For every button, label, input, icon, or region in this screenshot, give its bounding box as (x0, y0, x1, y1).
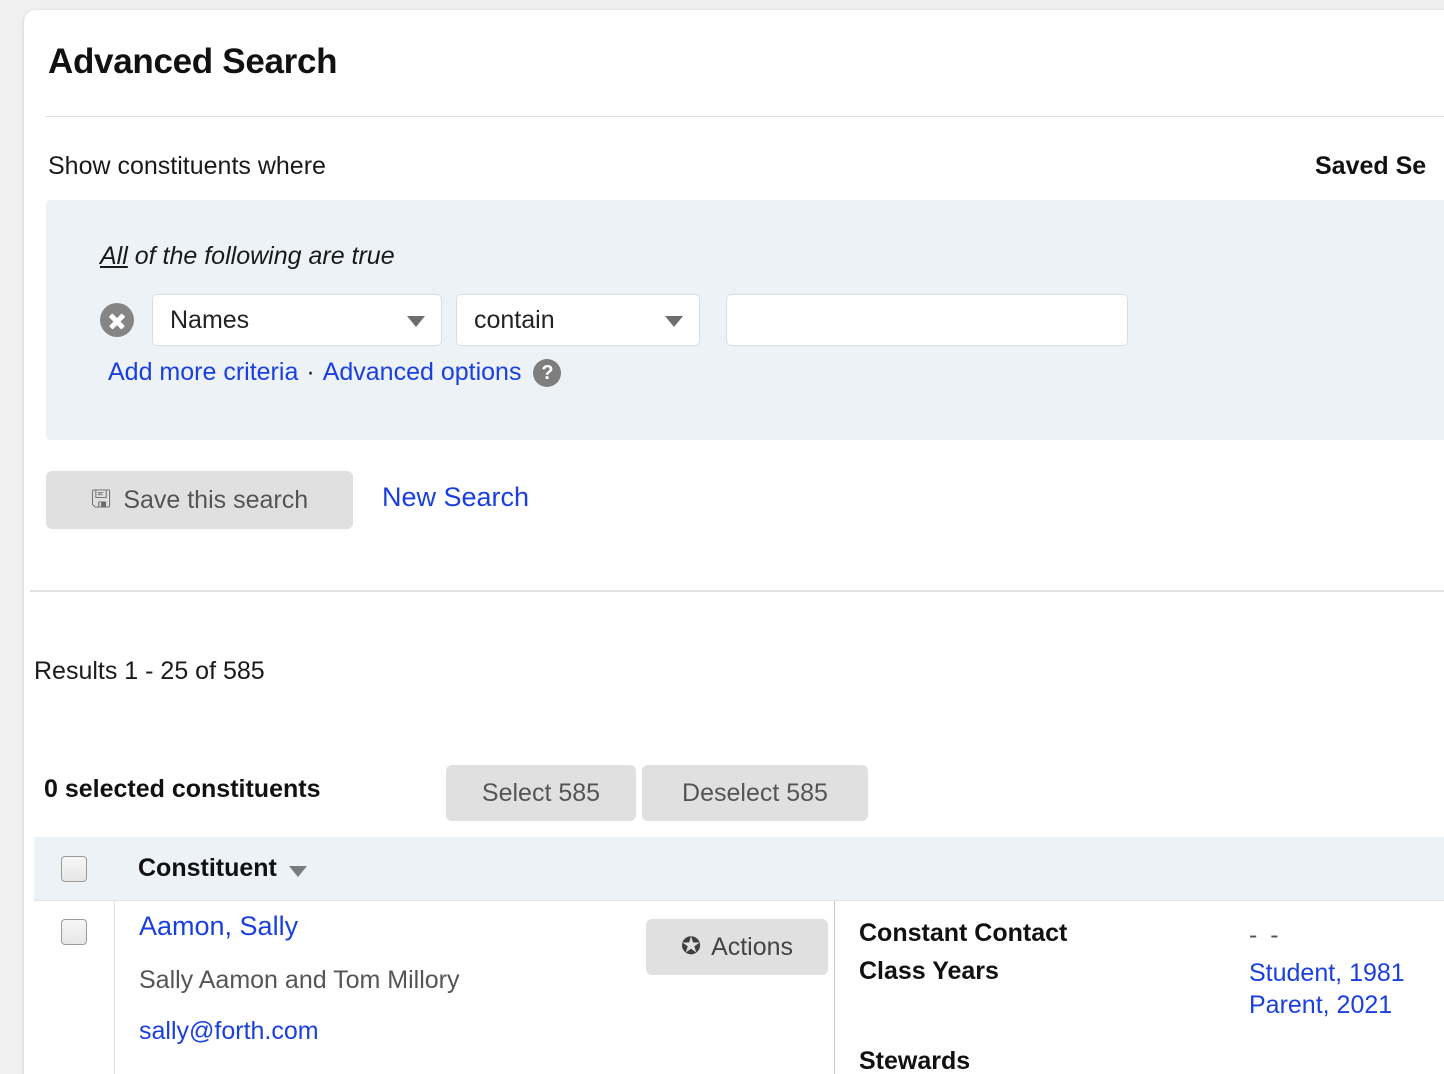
select-all-button[interactable]: Select 585 (446, 765, 636, 821)
match-type-label: All of the following are true (100, 242, 395, 271)
chevron-down-icon (665, 316, 683, 327)
selection-toolbar: 0 selected constituents Select 585 Desel… (24, 765, 1444, 821)
results-table: Constituent Aamon, Sally Sally Aamon and… (34, 837, 1444, 1074)
column-header-constituent[interactable]: Constituent (114, 854, 307, 883)
results-divider (30, 590, 1444, 592)
select-all-checkbox-cell (34, 837, 114, 900)
title-divider (46, 116, 1444, 117)
criteria-field-value: Names (170, 305, 250, 334)
criteria-links: Add more criteria · Advanced options ? (108, 358, 562, 387)
detail-row: Stewards (859, 1047, 1444, 1074)
constituent-email-link[interactable]: sally@forth.com (139, 1017, 319, 1046)
deselect-all-button[interactable]: Deselect 585 (642, 765, 868, 821)
criteria-row: Names contain (100, 294, 1128, 346)
results-count: Results 1 - 25 of 585 (34, 657, 265, 685)
selected-constituents-label: 0 selected constituents (44, 775, 321, 803)
detail-row: Class Years Student, 1981 Parent, 2021 (859, 957, 1444, 1021)
app-root: Advanced Search Show constituents where … (0, 0, 1444, 1074)
new-search-link[interactable]: New Search (382, 482, 529, 513)
criteria-value-input[interactable] (726, 294, 1128, 346)
criteria-operator-select[interactable]: contain (456, 294, 700, 346)
row-actions-label: Actions (711, 932, 794, 961)
table-header-row: Constituent (34, 837, 1444, 900)
detail-value: - - (1249, 921, 1282, 949)
row-details-cell: Constant Contact - - Class Years Student… (835, 901, 1444, 1074)
match-type-suffix: of the following are true (127, 242, 395, 270)
row-constituent-cell: Aamon, Sally Sally Aamon and Tom Millory… (115, 901, 835, 1074)
row-actions-button[interactable]: ✪ Actions (646, 919, 828, 975)
save-this-search-label: Save this search (123, 485, 309, 514)
row-checkbox[interactable] (61, 919, 87, 945)
select-all-checkbox[interactable] (61, 855, 87, 882)
criteria-operator-value: contain (474, 305, 555, 334)
detail-key: Class Years (859, 957, 999, 985)
save-disk-icon: 🖫 (90, 486, 112, 513)
saved-searches-label: Saved Se (1315, 152, 1427, 180)
detail-key: Constant Contact (859, 919, 1068, 947)
detail-value[interactable]: Student, 1981 Parent, 2021 (1249, 957, 1405, 1021)
chevron-down-icon (407, 316, 425, 327)
advanced-options-link[interactable]: Advanced options (323, 358, 522, 387)
match-type-all-link[interactable]: All (100, 242, 128, 270)
criteria-panel: All of the following are true Names cont… (46, 200, 1444, 440)
criteria-field-select[interactable]: Names (152, 294, 442, 346)
save-this-search-button[interactable]: 🖫 Save this search (46, 471, 353, 529)
detail-key: Stewards (859, 1047, 971, 1074)
link-separator: · (306, 358, 315, 386)
page-title: Advanced Search (48, 42, 338, 81)
row-checkbox-cell (34, 901, 115, 1074)
table-row: Aamon, Sally Sally Aamon and Tom Millory… (34, 900, 1444, 1074)
chevron-down-icon (288, 866, 307, 877)
help-icon[interactable]: ? (533, 358, 562, 387)
show-constituents-label: Show constituents where (48, 152, 326, 180)
remove-criteria-icon[interactable] (100, 303, 134, 337)
add-more-criteria-link[interactable]: Add more criteria (108, 358, 298, 387)
column-header-label: Constituent (138, 854, 277, 882)
constituent-name-link[interactable]: Aamon, Sally (139, 911, 298, 942)
detail-row: Constant Contact - - (859, 919, 1444, 951)
advanced-search-panel: Advanced Search Show constituents where … (24, 10, 1444, 1074)
gear-icon: ✪ (680, 933, 702, 960)
